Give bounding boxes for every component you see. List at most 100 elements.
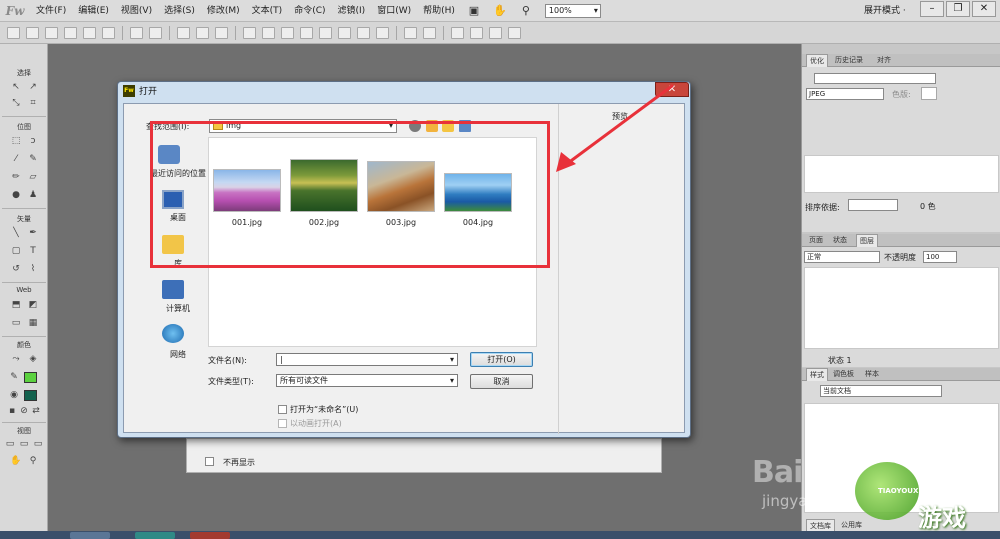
paste-icon[interactable] xyxy=(215,26,228,39)
group-icon[interactable] xyxy=(243,26,256,39)
menu-view[interactable]: 视图(V) xyxy=(115,0,158,22)
menu-help[interactable]: 帮助(H) xyxy=(417,0,461,22)
send-backward-icon[interactable] xyxy=(357,26,370,39)
import-icon[interactable] xyxy=(64,26,77,39)
tab-optimize[interactable]: 优化 xyxy=(806,54,828,67)
magic-wand-tool-icon[interactable]: ⁄ xyxy=(10,154,22,165)
workspace-switcher[interactable]: 展开模式 · xyxy=(864,0,906,22)
menu-commands[interactable]: 命令(C) xyxy=(288,0,331,22)
menu-filters[interactable]: 滤镜(I) xyxy=(332,0,372,22)
menu-file[interactable]: 文件(F) xyxy=(30,0,72,22)
hand-icon[interactable]: ✋ xyxy=(492,3,508,19)
copy-icon[interactable] xyxy=(196,26,209,39)
eyedropper-tool-icon[interactable]: ⤳ xyxy=(10,354,22,365)
standard-screen-icon[interactable]: ▭ xyxy=(4,439,16,450)
zoom-tool-icon[interactable]: ⚲ xyxy=(27,456,39,467)
swap-colors-icon[interactable]: ⇄ xyxy=(30,406,42,417)
knife-tool-icon[interactable]: ⌇ xyxy=(27,264,39,275)
restore-button[interactable]: ❐ xyxy=(946,1,970,17)
slice-tool-icon[interactable]: ◩ xyxy=(27,300,39,311)
fill-color-swatch[interactable] xyxy=(24,390,37,401)
flip-horizontal-icon[interactable] xyxy=(489,26,502,39)
tab-layers[interactable]: 图层 xyxy=(856,234,878,247)
text-tool-icon[interactable]: T xyxy=(27,246,39,257)
sort-by-select[interactable] xyxy=(848,199,898,211)
menu-edit[interactable]: 编辑(E) xyxy=(72,0,115,22)
scale-tool-icon[interactable]: ⤡ xyxy=(10,98,22,109)
lasso-tool-icon[interactable]: ↄ xyxy=(27,136,39,147)
paint-bucket-tool-icon[interactable]: ◈ xyxy=(27,354,39,365)
minimize-button[interactable]: – xyxy=(920,1,944,17)
save-icon[interactable] xyxy=(26,26,39,39)
taskbar-item[interactable] xyxy=(70,532,110,539)
layout-icon[interactable]: ▣ xyxy=(466,3,482,19)
export-icon[interactable] xyxy=(83,26,96,39)
blur-tool-icon[interactable]: ● xyxy=(10,190,22,201)
rubber-stamp-tool-icon[interactable]: ♟ xyxy=(27,190,39,201)
tab-states[interactable]: 状态 xyxy=(830,234,850,247)
bring-front-icon[interactable] xyxy=(319,26,332,39)
rectangle-tool-icon[interactable]: ▢ xyxy=(10,246,22,257)
flip-vertical-icon[interactable] xyxy=(508,26,521,39)
pen-tool-icon[interactable]: ✒ xyxy=(27,228,39,239)
stroke-color-swatch[interactable] xyxy=(24,372,37,383)
undo-icon[interactable] xyxy=(130,26,143,39)
full-screen-menu-icon[interactable]: ▭ xyxy=(18,439,30,450)
line-tool-icon[interactable]: ╲ xyxy=(10,228,22,239)
hide-slices-icon[interactable]: ▭ xyxy=(10,318,22,329)
print-icon[interactable] xyxy=(102,26,115,39)
export-preset-select[interactable] xyxy=(814,73,936,84)
tab-history[interactable]: 历史记录 xyxy=(832,54,866,67)
tab-swatches[interactable]: 调色板 xyxy=(830,368,857,381)
styles-source-select[interactable]: 当前文档 xyxy=(820,385,942,397)
marquee-tool-icon[interactable]: ⬚ xyxy=(10,136,22,147)
place-computer[interactable]: 计算机 xyxy=(138,303,218,314)
opacity-input[interactable]: 100 xyxy=(923,251,957,263)
show-slices-icon[interactable]: ▦ xyxy=(27,318,39,329)
dont-show-checkbox[interactable] xyxy=(205,457,214,466)
file-type-select[interactable]: 所有可读文件 xyxy=(276,374,458,387)
eraser-tool-icon[interactable]: ▱ xyxy=(27,172,39,183)
subselect-tool-icon[interactable]: ↗ xyxy=(27,82,39,93)
zoom-select[interactable]: 100% xyxy=(544,3,601,18)
rotate-left-icon[interactable] xyxy=(451,26,464,39)
rotate-right-icon[interactable] xyxy=(470,26,483,39)
taskbar-item[interactable] xyxy=(135,532,175,539)
no-color-icon[interactable]: ⊘ xyxy=(18,406,30,417)
join-icon[interactable] xyxy=(281,26,294,39)
cancel-button[interactable]: 取消 xyxy=(470,374,533,389)
open-icon[interactable] xyxy=(45,26,58,39)
open-as-untitled-checkbox[interactable] xyxy=(278,405,287,414)
ungroup-icon[interactable] xyxy=(262,26,275,39)
hotspot-tool-icon[interactable]: ⬒ xyxy=(10,300,22,311)
tab-align[interactable]: 对齐 xyxy=(874,54,894,67)
tab-styles[interactable]: 样式 xyxy=(806,368,828,381)
send-back-icon[interactable] xyxy=(376,26,389,39)
transform-icon[interactable] xyxy=(404,26,417,39)
format-select[interactable]: JPEG xyxy=(806,88,884,100)
pencil-tool-icon[interactable]: ✏ xyxy=(10,172,22,183)
tab-pages[interactable]: 页面 xyxy=(806,234,826,247)
zoom-icon[interactable]: ⚲ xyxy=(518,3,534,19)
matte-swatch[interactable] xyxy=(921,87,937,100)
place-network[interactable]: 网络 xyxy=(138,349,218,360)
full-screen-icon[interactable]: ▭ xyxy=(32,439,44,450)
menu-text[interactable]: 文本(T) xyxy=(246,0,289,22)
split-icon[interactable] xyxy=(300,26,313,39)
freeform-tool-icon[interactable]: ↺ xyxy=(10,264,22,275)
pointer-tool-icon[interactable]: ↖ xyxy=(10,82,22,93)
bring-forward-icon[interactable] xyxy=(338,26,351,39)
hand-tool-icon[interactable]: ✋ xyxy=(10,456,22,467)
menu-select[interactable]: 选择(S) xyxy=(158,0,201,22)
taskbar-item[interactable] xyxy=(190,532,230,539)
redo-icon[interactable] xyxy=(149,26,162,39)
open-button[interactable]: 打开(O) xyxy=(470,352,533,367)
crop-tool-icon[interactable]: ⌗ xyxy=(27,98,39,109)
align-icon[interactable] xyxy=(423,26,436,39)
file-name-input[interactable]: | xyxy=(276,353,458,366)
cut-icon[interactable] xyxy=(177,26,190,39)
default-colors-icon[interactable]: ▪ xyxy=(6,406,18,417)
close-app-button[interactable]: ✕ xyxy=(972,1,996,17)
brush-tool-icon[interactable]: ✎ xyxy=(27,154,39,165)
blend-mode-select[interactable]: 正常 xyxy=(804,251,880,263)
